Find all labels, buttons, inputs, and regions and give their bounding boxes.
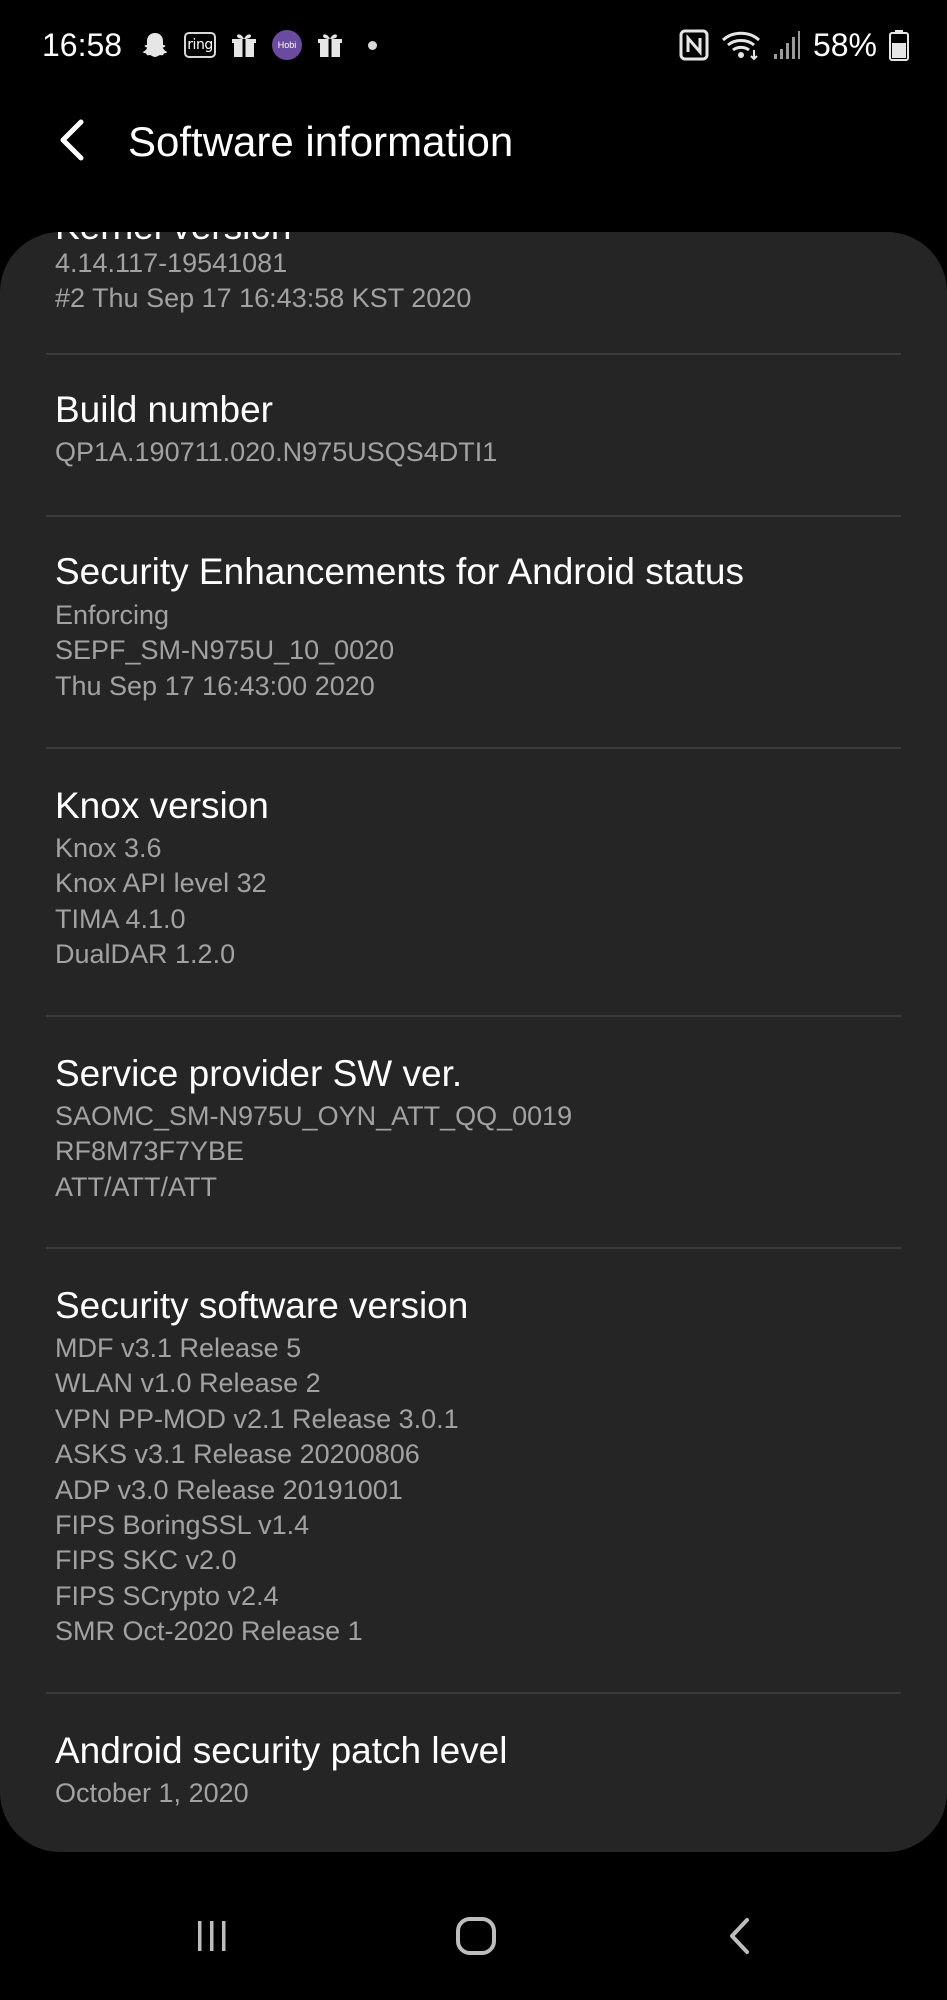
back-chevron-icon — [55, 118, 89, 167]
list-item-se-android-status[interactable]: Security Enhancements for Android status… — [0, 517, 947, 747]
list-item-kernel-version[interactable]: 4.14.117-19541081 #2 Thu Sep 17 16:43:58… — [0, 232, 947, 354]
status-time: 16:58 — [42, 27, 123, 63]
build-number-value: QP1A.190711.020.N975USQS4DTI1 — [55, 437, 498, 467]
ring-icon: ring — [184, 32, 216, 58]
knox-api-level-value: Knox API level 32 — [55, 868, 267, 899]
wlan-value: WLAN v1.0 Release 2 — [55, 1368, 321, 1399]
serial-number-value: RF8M73F7YBE — [55, 1136, 245, 1167]
app-header: Software information — [0, 90, 947, 190]
security-patch-level-values: October 1, 2020 — [55, 1776, 249, 1811]
smr-value: SMR Oct-2020 Release 1 — [55, 1616, 363, 1647]
back-nav-button[interactable] — [700, 1908, 780, 1968]
se-android-status-value: Enforcing — [55, 600, 170, 630]
build-number-values: QP1A.190711.020.N975USQS4DTI1 — [55, 435, 497, 470]
se-android-date-value: Thu Sep 17 16:43:00 2020 — [55, 670, 375, 701]
fips-skc-value: FIPS SKC v2.0 — [55, 1545, 237, 1576]
gift-icon — [230, 30, 258, 60]
list-item-security-patch-level[interactable]: Android security patch level October 1, … — [0, 1694, 947, 1852]
battery-icon — [889, 29, 909, 61]
settings-card[interactable]: Kernel version 4.14.117-19541081 #2 Thu … — [0, 232, 947, 1852]
recent-apps-button[interactable] — [172, 1908, 252, 1968]
knox-version-values: Knox 3.6 Knox API level 32 TIMA 4.1.0 Du… — [55, 831, 267, 973]
security-software-version-title: Security software version — [55, 1285, 469, 1326]
kernel-version-value: 4.14.117-19541081 — [55, 248, 288, 278]
vpn-value: VPN PP-MOD v2.1 Release 3.0.1 — [55, 1403, 459, 1434]
recent-apps-icon — [192, 1919, 232, 1958]
list-item-security-software-version[interactable]: Security software version MDF v3.1 Relea… — [0, 1249, 947, 1677]
service-provider-sw-value: SAOMC_SM-N975U_OYN_ATT_QQ_0019 — [55, 1101, 573, 1131]
list-item-knox-version[interactable]: Knox version Knox 3.6 Knox API level 32 … — [0, 749, 947, 1015]
dualdar-value: DualDAR 1.2.0 — [55, 939, 236, 970]
nfc-icon — [679, 29, 709, 61]
build-number-title: Build number — [55, 389, 274, 430]
list-item-service-provider-sw[interactable]: Service provider SW ver. SAOMC_SM-N975U_… — [0, 1017, 947, 1247]
back-button[interactable] — [44, 114, 100, 170]
page-title: Software information — [128, 118, 514, 165]
hobi-icon: Hobi — [272, 30, 302, 60]
kernel-build-date-value: #2 Thu Sep 17 16:43:58 KST 2020 — [55, 283, 472, 314]
snapchat-icon — [140, 30, 170, 60]
asks-value: ASKS v3.1 Release 20200806 — [55, 1439, 420, 1470]
battery-percent: 58% — [812, 27, 877, 63]
se-android-status-title: Security Enhancements for Android status — [55, 551, 744, 592]
dot-icon — [368, 40, 377, 50]
status-bar: 16:58 ring Hobi 58% — [0, 0, 947, 90]
system-status-icons: 58% — [679, 24, 909, 66]
list-item-build-number[interactable]: Build number QP1A.190711.020.N975USQS4DT… — [0, 355, 947, 515]
knox-version-title: Knox version — [55, 785, 269, 826]
wifi-icon — [721, 29, 761, 61]
security-patch-level-value: October 1, 2020 — [55, 1778, 249, 1808]
navigation-bar — [0, 1890, 947, 2000]
notification-icons: ring Hobi — [140, 26, 377, 64]
kernel-version-values: 4.14.117-19541081 #2 Thu Sep 17 16:43:58… — [55, 246, 471, 317]
security-software-version-values: MDF v3.1 Release 5 WLAN v1.0 Release 2 V… — [55, 1331, 459, 1650]
mdf-value: MDF v3.1 Release 5 — [55, 1333, 302, 1363]
adp-value: ADP v3.0 Release 20191001 — [55, 1474, 403, 1505]
home-button[interactable] — [436, 1908, 516, 1968]
se-android-policy-value: SEPF_SM-N975U_10_0020 — [55, 635, 395, 666]
signal-icon — [773, 30, 801, 60]
gift-icon — [316, 30, 344, 60]
se-android-status-values: Enforcing SEPF_SM-N975U_10_0020 Thu Sep … — [55, 598, 394, 704]
carrier-value: ATT/ATT/ATT — [55, 1171, 217, 1202]
tima-value: TIMA 4.1.0 — [55, 903, 186, 934]
knox-value: Knox 3.6 — [55, 833, 162, 863]
fips-boringssl-value: FIPS BoringSSL v1.4 — [55, 1510, 310, 1541]
fips-scrypto-value: FIPS SCrypto v2.4 — [55, 1580, 279, 1611]
service-provider-sw-values: SAOMC_SM-N975U_OYN_ATT_QQ_0019 RF8M73F7Y… — [55, 1099, 572, 1205]
security-patch-level-title: Android security patch level — [55, 1730, 508, 1771]
service-provider-sw-title: Service provider SW ver. — [55, 1053, 463, 1094]
home-icon — [455, 1916, 497, 1961]
back-icon — [725, 1916, 755, 1961]
